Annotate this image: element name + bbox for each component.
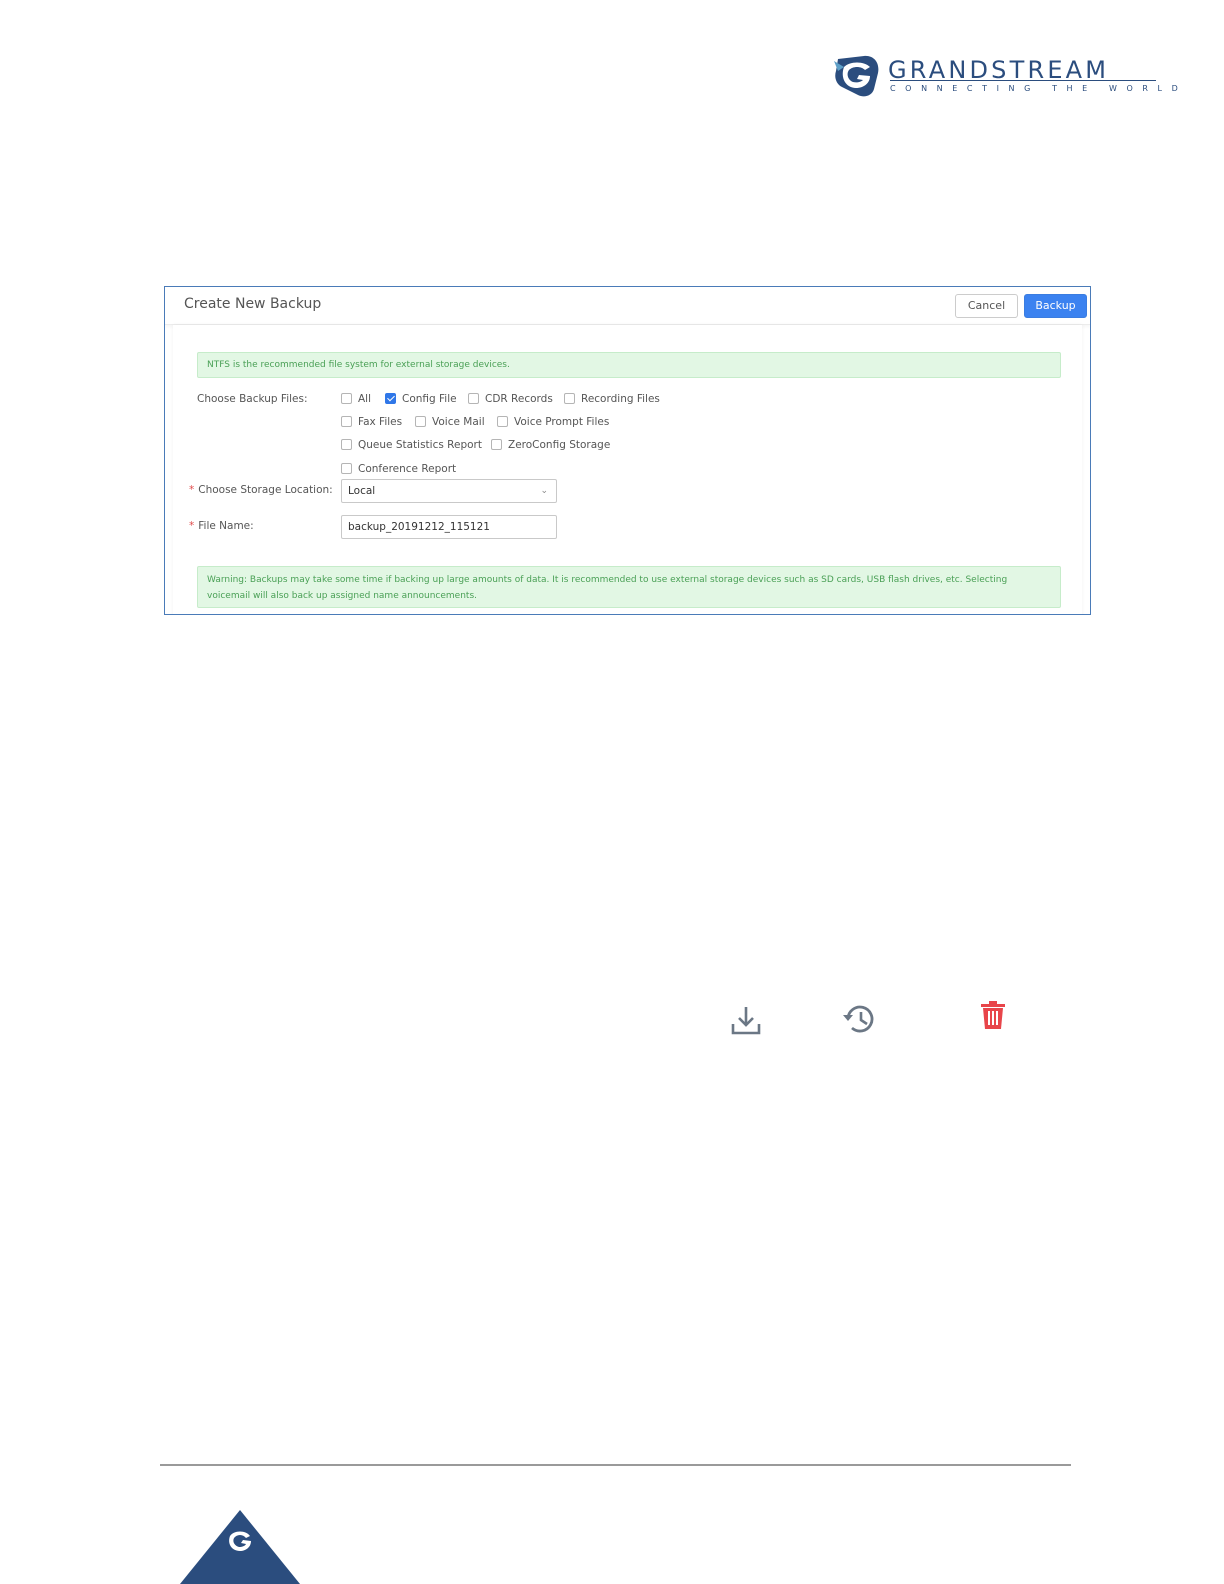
checkbox-label: Config File — [402, 393, 457, 405]
brand-tagline: CONNECTING THE WORLD — [890, 84, 1188, 93]
checkbox-box[interactable] — [564, 393, 575, 404]
backup-button[interactable]: Backup — [1024, 294, 1087, 318]
checkbox-label: Recording Files — [581, 393, 660, 405]
checkbox-box[interactable] — [385, 393, 396, 404]
file-name-label-text: File Name: — [198, 520, 254, 532]
checkbox-label: Voice Prompt Files — [514, 416, 610, 428]
checkbox-label: Fax Files — [358, 416, 403, 428]
dialog-header: Create New Backup Cancel Backup — [165, 287, 1090, 325]
create-backup-dialog: Create New Backup Cancel Backup NTFS is … — [164, 286, 1091, 615]
backup-warning: Warning: Backups may take some time if b… — [197, 566, 1061, 608]
storage-location-select[interactable]: Local ⌄ — [341, 479, 557, 503]
checkbox-label: ZeroConfig Storage — [508, 439, 611, 451]
brand-divider — [890, 80, 1156, 81]
checkbox-queue-statistics-report[interactable]: Queue Statistics Report — [341, 439, 482, 451]
dialog-title: Create New Backup — [184, 296, 322, 312]
checkbox-box[interactable] — [341, 416, 352, 427]
file-name-label: * File Name: — [189, 520, 254, 532]
checkbox-box[interactable] — [491, 439, 502, 450]
dialog-body: NTFS is the recommended file system for … — [173, 325, 1082, 614]
storage-location-value: Local — [348, 485, 376, 497]
checkbox-box[interactable] — [415, 416, 426, 427]
checkbox-fax-files[interactable]: Fax Files — [341, 416, 402, 428]
grandstream-logo: GRANDSTREAM CONNECTING THE WORLD — [834, 55, 1178, 97]
checkbox-box[interactable] — [341, 463, 352, 474]
storage-location-label-text: Choose Storage Location: — [198, 484, 333, 496]
storage-location-label: * Choose Storage Location: — [189, 484, 333, 496]
checkbox-conference-report[interactable]: Conference Report — [341, 463, 456, 475]
checkbox-config-file[interactable]: Config File — [385, 393, 457, 405]
checkbox-label: All — [358, 393, 372, 405]
ntfs-notice: NTFS is the recommended file system for … — [197, 352, 1061, 378]
required-marker: * — [189, 484, 195, 496]
file-name-input[interactable]: backup_20191212_115121 — [341, 515, 557, 539]
delete-icon — [981, 1001, 1005, 1029]
restore-history-icon — [843, 1005, 874, 1033]
choose-files-label: Choose Backup Files: — [197, 393, 308, 405]
grandstream-logo-mark — [834, 55, 879, 97]
checkbox-box[interactable] — [341, 393, 352, 404]
checkbox-voice-prompt-files[interactable]: Voice Prompt Files — [497, 416, 609, 428]
footer-rule — [160, 1464, 1071, 1466]
checkbox-label: Conference Report — [358, 463, 457, 475]
checkbox-recording-files[interactable]: Recording Files — [564, 393, 660, 405]
footer-logo-triangle — [180, 1510, 300, 1584]
checkbox-box[interactable] — [341, 439, 352, 450]
cancel-button[interactable]: Cancel — [955, 294, 1018, 318]
checkbox-box[interactable] — [497, 416, 508, 427]
checkbox-zeroconfig-storage[interactable]: ZeroConfig Storage — [491, 439, 610, 451]
checkbox-label: Queue Statistics Report — [358, 439, 482, 451]
checkbox-voice-mail[interactable]: Voice Mail — [415, 416, 485, 428]
checkbox-label: Voice Mail — [432, 416, 485, 428]
download-icon — [731, 1007, 761, 1035]
checkbox-label: CDR Records — [485, 393, 553, 405]
checkbox-cdr-records[interactable]: CDR Records — [468, 393, 553, 405]
chevron-down-icon: ⌄ — [540, 486, 548, 496]
checkbox-all[interactable]: All — [341, 393, 371, 405]
required-marker: * — [189, 520, 195, 532]
checkbox-box[interactable] — [468, 393, 479, 404]
